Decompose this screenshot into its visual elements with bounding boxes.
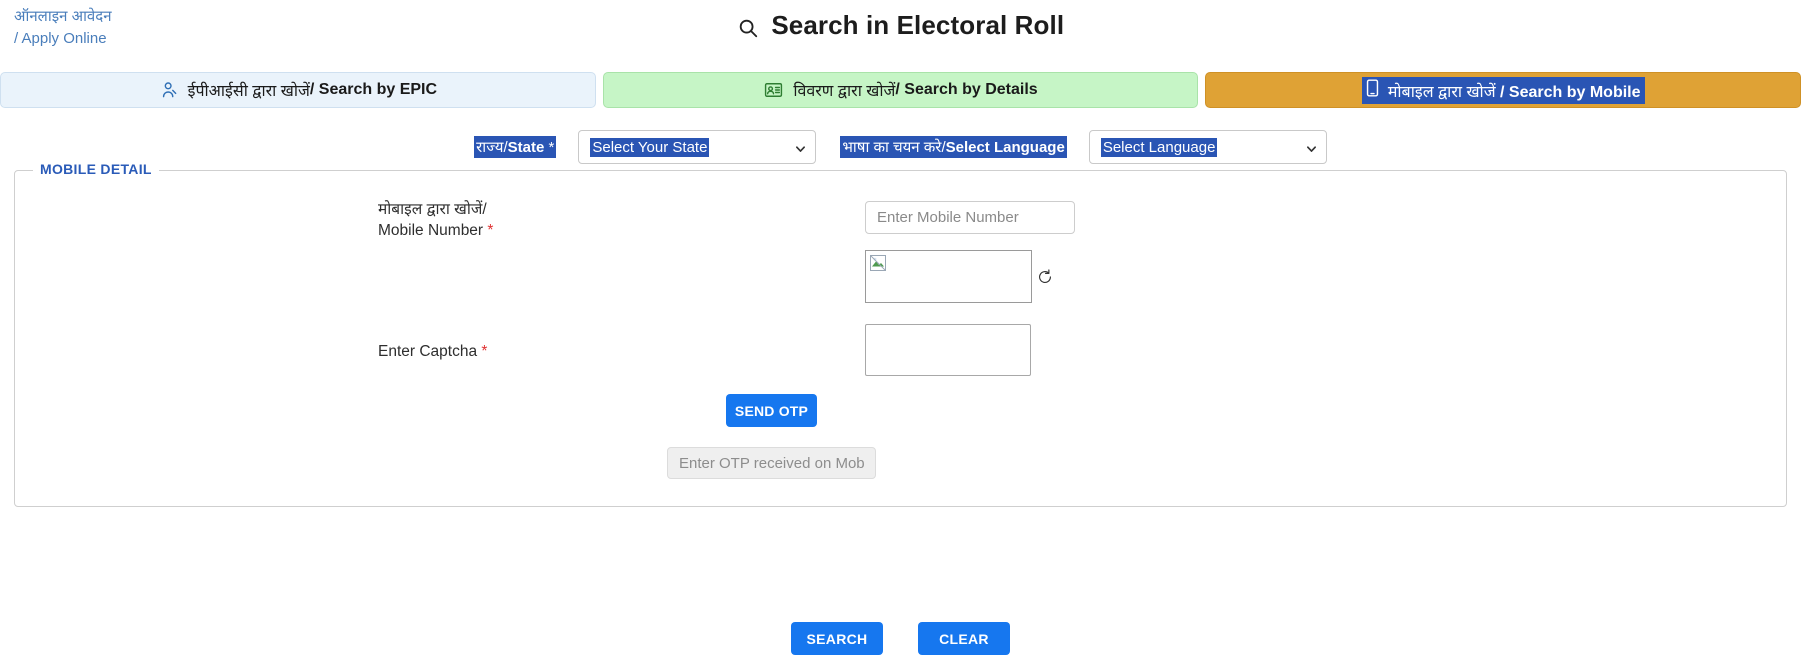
tab-epic-label-hindi: ईपीआईसी द्वारा खोजें [187,83,310,100]
mobile-phone-icon [1366,78,1379,97]
send-otp-button[interactable]: SEND OTP [726,394,817,427]
otp-input[interactable] [667,447,876,479]
chevron-down-icon [795,142,806,152]
enter-captcha-label: Enter Captcha * [378,341,798,362]
tab-search-by-details[interactable]: विवरण द्वारा खोजें / Search by Details [602,72,1199,108]
state-label-english: State [507,139,545,156]
broken-image-icon [870,255,886,271]
captcha-input[interactable] [865,324,1031,376]
magnifier-icon [737,14,766,40]
chevron-down-icon [1306,142,1316,152]
tab-details-label-hindi: विवरण द्वारा खोजें [793,83,896,100]
state-label-hindi: राज्य/ [476,139,508,156]
tab-epic-label-english: / Search by EPIC [309,81,438,98]
search-mode-tabs: ईपीआईसी द्वारा खोजें / Search by EPIC वि… [0,72,1801,108]
tab-details-label-english: / Search by Details [895,81,1038,98]
tab-mobile-label-english: / Search by Mobile [1495,83,1641,101]
language-select[interactable]: Select Language [1088,130,1327,164]
mobile-number-label: मोबाइल द्वारा खोजें/ Mobile Number * [378,199,798,241]
language-label-english: Select Language [945,139,1065,156]
state-language-selector-row: राज्य/State * Select Your State भाषा का … [0,130,1801,164]
language-select-value: Select Language [1100,137,1218,157]
mobile-number-label-hindi: मोबाइल द्वारा खोजें/ [378,201,487,218]
form-action-buttons: SEARCH CLEAR [0,622,1801,655]
state-select-value: Select Your State [590,137,710,157]
enter-captcha-label-text: Enter Captcha [378,343,478,360]
search-button[interactable]: SEARCH [791,622,883,655]
page-title: Search in Electoral Roll [0,10,1801,41]
state-required-marker: * [548,139,555,156]
clear-button[interactable]: CLEAR [918,622,1010,655]
mobile-number-label-english: Mobile Number [378,222,484,239]
language-label-hindi: भाषा का चयन करे/ [842,139,946,156]
mobile-detail-legend: MOBILE DETAIL [33,161,159,177]
mobile-number-input[interactable] [865,201,1075,234]
tab-search-by-epic[interactable]: ईपीआईसी द्वारा खोजें / Search by EPIC [0,72,596,108]
state-label: राज्य/State * [474,136,557,158]
tab-search-by-mobile[interactable]: मोबाइल द्वारा खोजें / Search by Mobile [1205,72,1801,108]
search-electoral-roll-page: ऑनलाइन आवेदन / Apply Online Search in El… [0,0,1801,669]
id-card-icon [763,80,784,100]
refresh-captcha-icon[interactable] [1036,268,1054,286]
captcha-required-marker: * [481,343,488,360]
mobile-number-required-marker: * [487,222,494,239]
tab-mobile-label-hindi: मोबाइल द्वारा खोजें [1387,83,1496,101]
language-label: भाषा का चयन करे/Select Language [840,136,1067,158]
captcha-image-box [865,250,1032,303]
person-search-icon [159,80,179,100]
page-title-text: Search in Electoral Roll [771,10,1065,40]
state-select[interactable]: Select Your State [578,130,817,164]
